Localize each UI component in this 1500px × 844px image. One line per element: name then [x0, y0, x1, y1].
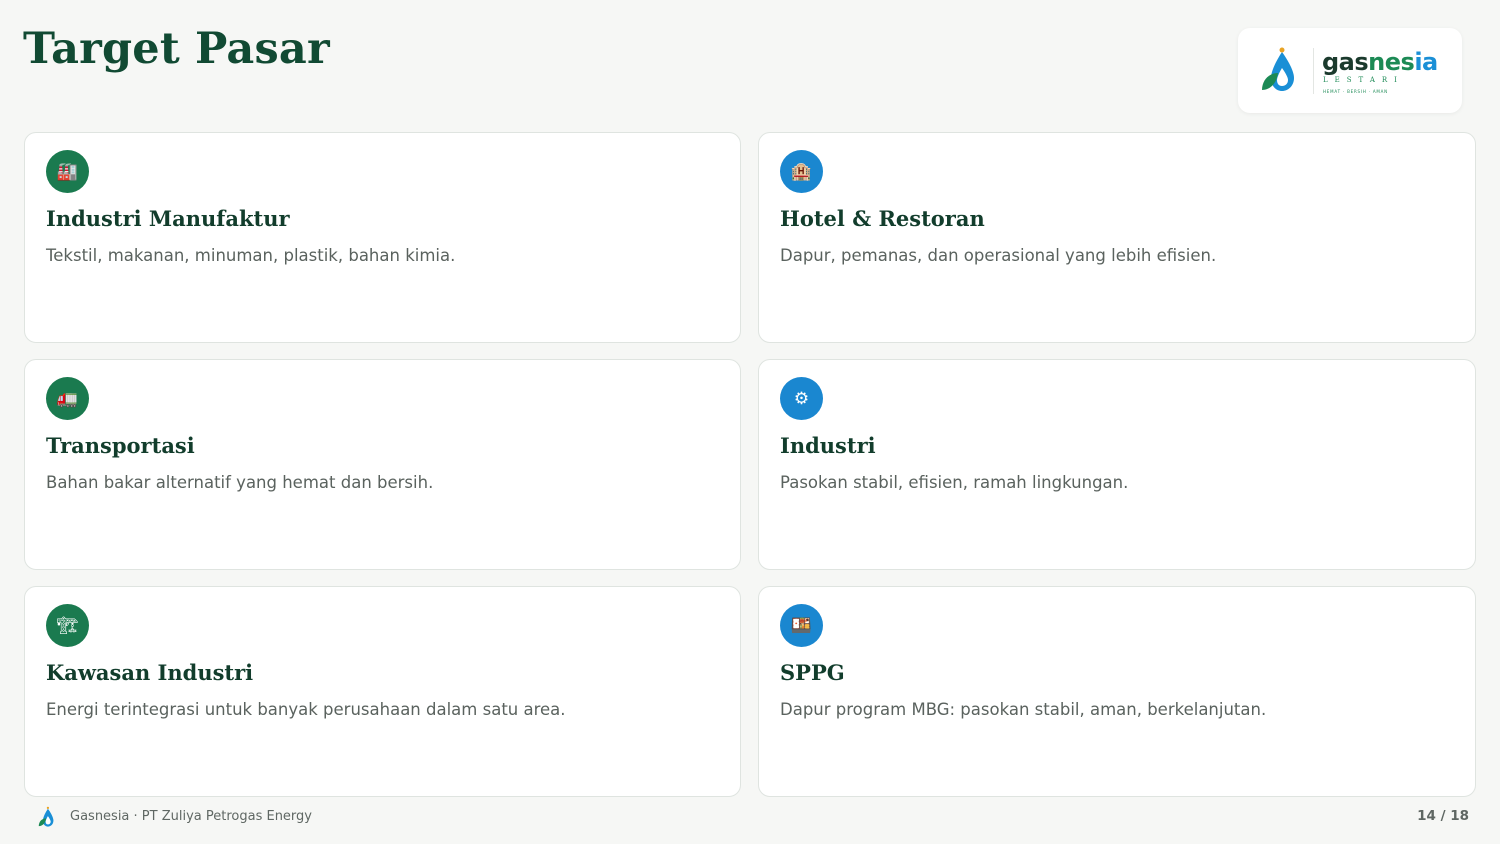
footer-company: Gasnesia · PT Zuliya Petrogas Energy [70, 809, 312, 824]
market-grid: 🏭 Industri Manufaktur Tekstil, makanan, … [24, 132, 1476, 797]
logo-tagline: HEMAT · BERSIH · AMAN [1323, 89, 1388, 94]
market-card-transportasi: 🚛 Transportasi Bahan bakar alternatif ya… [24, 359, 741, 570]
brand-logo: gasnesia LESTARI HEMAT · BERSIH · AMAN [1238, 28, 1462, 113]
card-description: Dapur program MBG: pasokan stabil, aman,… [780, 700, 1267, 719]
bento-box-icon: 🍱 [780, 604, 823, 647]
logo-divider [1313, 48, 1314, 94]
market-card-kawasan: 🏗 Kawasan Industri Energi terintegrasi u… [24, 586, 741, 797]
card-description: Bahan bakar alternatif yang hemat dan be… [46, 473, 434, 492]
logo-subtitle: LESTARI [1323, 76, 1404, 84]
page-title: Target Pasar [23, 24, 330, 74]
card-title: Industri [780, 433, 876, 458]
page-number: 14 / 18 [1417, 808, 1469, 824]
card-description: Tekstil, makanan, minuman, plastik, baha… [46, 246, 456, 265]
card-description: Energi terintegrasi untuk banyak perusah… [46, 700, 566, 719]
card-title: Industri Manufaktur [46, 206, 290, 231]
market-card-hotel: 🏨 Hotel & Restoran Dapur, pemanas, dan o… [758, 132, 1476, 343]
card-title: Transportasi [46, 433, 195, 458]
truck-icon: 🚛 [46, 377, 89, 420]
card-description: Pasokan stabil, efisien, ramah lingkunga… [780, 473, 1129, 492]
gear-icon: ⚙ [780, 377, 823, 420]
factory-icon: 🏭 [46, 150, 89, 193]
card-description: Dapur, pemanas, dan operasional yang leb… [780, 246, 1217, 265]
market-card-industri: ⚙ Industri Pasokan stabil, efisien, rama… [758, 359, 1476, 570]
market-card-sppg: 🍱 SPPG Dapur program MBG: pasokan stabil… [758, 586, 1476, 797]
market-card-manufaktur: 🏭 Industri Manufaktur Tekstil, makanan, … [24, 132, 741, 343]
construction-crane-icon: 🏗 [46, 604, 89, 647]
hotel-icon: 🏨 [780, 150, 823, 193]
water-drop-leaf-icon [1262, 47, 1294, 91]
card-title: Kawasan Industri [46, 660, 254, 685]
card-title: SPPG [780, 660, 845, 685]
card-title: Hotel & Restoran [780, 206, 985, 231]
footer-logo-icon [38, 806, 54, 827]
logo-wordmark: gasnesia [1322, 48, 1438, 76]
